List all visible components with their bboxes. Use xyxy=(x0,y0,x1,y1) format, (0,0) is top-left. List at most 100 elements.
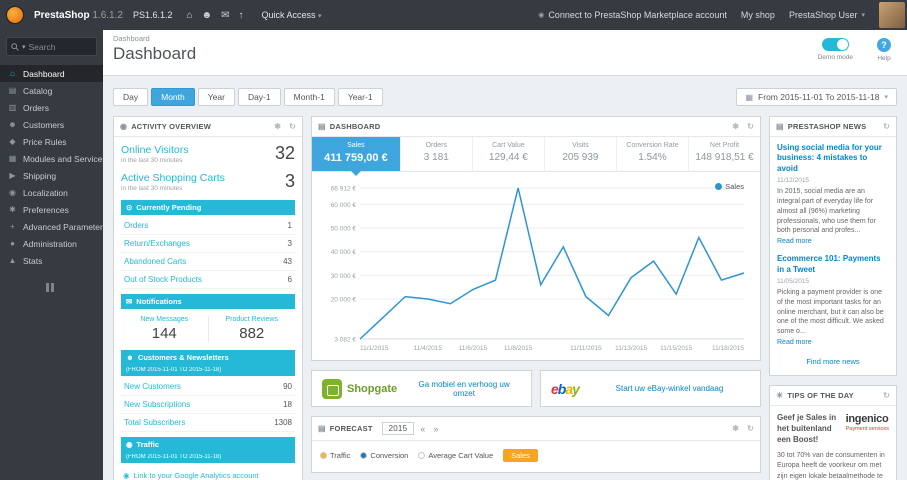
sidebar-item-localization[interactable]: ◉ Localization xyxy=(0,184,103,201)
new-subscriptions-link[interactable]: New Subscriptions xyxy=(124,400,190,409)
online-visitors-link[interactable]: Online Visitors xyxy=(121,144,189,156)
shop-name-link[interactable]: PS1.6.1.2 xyxy=(133,10,173,20)
period-day-1-button[interactable]: Day-1 xyxy=(237,88,281,106)
sidebar-item-administration[interactable]: ● Administration xyxy=(0,235,103,252)
link-icon: ◉ xyxy=(123,471,130,480)
sidebar-item-orders[interactable]: ▥ Orders xyxy=(0,99,103,116)
topbar-left: PrestaShop 1.6.1.2 PS1.6.1.2 ⌂ ☻ ✉ ↑ Qui… xyxy=(0,6,322,24)
refresh-icon[interactable]: ↻ xyxy=(289,122,296,131)
user-menu-label: PrestaShop User xyxy=(788,10,858,20)
forecast-legend-sales[interactable]: Sales xyxy=(503,449,538,462)
sidebar-item-modules[interactable]: ▦ Modules and Services xyxy=(0,150,103,167)
kpi-visits[interactable]: Visits 205 939 xyxy=(545,137,617,171)
new-messages-cell[interactable]: New Messages 144 xyxy=(121,316,208,342)
mail-icon[interactable]: ✉ xyxy=(221,10,229,21)
find-more-news-link[interactable]: Find more news xyxy=(777,355,889,371)
sidebar-item-customers[interactable]: ☻ Customers xyxy=(0,116,103,133)
gear-icon[interactable]: ✱ xyxy=(732,122,739,131)
prestashop-logo-icon[interactable] xyxy=(6,6,24,24)
search-input[interactable] xyxy=(28,41,81,52)
marketplace-icon: ◉ xyxy=(538,12,545,19)
chevron-down-icon: ▾ xyxy=(861,12,865,19)
active-carts-link[interactable]: Active Shopping Carts xyxy=(121,172,225,184)
out-of-stock-link[interactable]: Out of Stock Products xyxy=(124,275,202,284)
help-label: Help xyxy=(877,55,891,62)
pending-row: Return/Exchanges 3 xyxy=(121,235,295,253)
sidebar-item-stats[interactable]: ▲ Stats xyxy=(0,252,103,269)
product-reviews-cell[interactable]: Product Reviews 882 xyxy=(207,316,296,342)
shopgate-promo-link[interactable]: Ga mobiel en verhoog uw omzet xyxy=(407,380,521,398)
ingenico-tagline: Payment services xyxy=(845,425,889,432)
sidebar-item-catalog[interactable]: ▤ Catalog xyxy=(0,82,103,99)
sidebar-item-preferences[interactable]: ✱ Preferences xyxy=(0,201,103,218)
kpi-sales[interactable]: Sales 411 759,00 € xyxy=(312,137,401,176)
user-menu[interactable]: PrestaShop User ▾ xyxy=(789,10,865,20)
forecast-legend-conversion[interactable]: Conversion xyxy=(360,451,408,460)
refresh-icon[interactable]: ↻ xyxy=(747,424,754,433)
kpi-cart-value[interactable]: Cart Value 129,44 € xyxy=(473,137,545,171)
search-scope-caret-icon[interactable]: ▾ xyxy=(22,43,26,51)
customers-title: Customers & Newsletters xyxy=(137,353,229,362)
quick-access-menu[interactable]: Quick Access ▾ xyxy=(261,10,321,20)
pending-orders-link[interactable]: Orders xyxy=(124,221,148,230)
forecast-year-select[interactable]: 2015 xyxy=(381,422,415,435)
forecast-next-button[interactable]: » xyxy=(431,424,440,434)
news-article-title[interactable]: Using social media for your business: 4 … xyxy=(777,143,889,174)
traffic-icon: ◉ xyxy=(126,440,133,449)
gear-icon[interactable]: ✱ xyxy=(732,424,739,433)
period-month-button[interactable]: Month xyxy=(151,88,195,106)
news-article-title[interactable]: Ecommerce 101: Payments in a Tweet xyxy=(777,254,889,275)
demo-mode-toggle[interactable] xyxy=(821,38,849,51)
notifications-title: Notifications xyxy=(136,297,182,306)
pending-row: Abandoned Carts 43 xyxy=(121,253,295,271)
kpi-orders[interactable]: Orders 3 181 xyxy=(401,137,473,171)
date-range-label: From 2015-11-01 To 2015-11-18 xyxy=(758,92,880,102)
period-year-button[interactable]: Year xyxy=(197,88,235,106)
sidebar-item-price-rules[interactable]: ◆ Price Rules xyxy=(0,133,103,150)
ebay-letter: y xyxy=(572,380,580,397)
period-day-button[interactable]: Day xyxy=(113,88,149,106)
forecast-prev-button[interactable]: « xyxy=(418,424,427,434)
sidebar-collapse-toggle[interactable] xyxy=(45,283,58,292)
filter-bar: Day Month Year Day-1 Month-1 Year-1 ▦ Fr… xyxy=(103,76,907,116)
kpi-conversion-rate[interactable]: Conversion Rate 1.54% xyxy=(617,137,689,171)
period-year-1-button[interactable]: Year-1 xyxy=(337,88,383,106)
pending-returns-link[interactable]: Return/Exchanges xyxy=(124,239,190,248)
user-avatar[interactable] xyxy=(879,2,905,28)
marketplace-link[interactable]: ◉ Connect to PrestaShop Marketplace accou… xyxy=(538,10,727,20)
customers-subtitle: (FROM 2015-11-01 TO 2015-11-18) xyxy=(126,367,222,373)
forecast-legend-average-cart-value[interactable]: Average Cart Value xyxy=(418,451,493,460)
catalog-icon: ▤ xyxy=(8,86,17,95)
period-month-1-button[interactable]: Month-1 xyxy=(283,88,335,106)
clock-icon: ⊙ xyxy=(126,203,133,212)
truck-icon: ▶ xyxy=(9,171,16,180)
sidebar-item-label: Preferences xyxy=(23,204,69,215)
total-subscribers-link[interactable]: Total Subscribers xyxy=(124,418,185,427)
sidebar-item-dashboard[interactable]: ⌂ Dashboard xyxy=(0,65,103,82)
shop-icon[interactable]: ⌂ xyxy=(186,10,192,21)
sidebar-item-advanced-parameters[interactable]: + Advanced Parameters xyxy=(0,218,103,235)
sidebar-item-label: Advanced Parameters xyxy=(23,221,103,232)
refresh-icon[interactable]: ↻ xyxy=(747,122,754,131)
refresh-icon[interactable]: ↻ xyxy=(883,122,890,131)
read-more-link[interactable]: Read more xyxy=(777,238,889,245)
new-customers-link[interactable]: New Customers xyxy=(124,382,181,391)
refresh-icon[interactable]: ↻ xyxy=(883,391,890,400)
forecast-legend-traffic[interactable]: Traffic xyxy=(320,451,350,460)
date-range-picker[interactable]: ▦ From 2015-11-01 To 2015-11-18 ▾ xyxy=(736,88,897,106)
main-content: Dashboard Dashboard Demo mode ? Help Day… xyxy=(103,30,907,480)
gear-icon[interactable]: ✱ xyxy=(274,122,281,131)
envelope-icon: ✉ xyxy=(126,297,133,306)
sidebar-item-shipping[interactable]: ▶ Shipping xyxy=(0,167,103,184)
help-icon[interactable]: ? xyxy=(877,38,891,52)
read-more-link[interactable]: Read more xyxy=(777,339,889,346)
ebay-promo-link[interactable]: Start uw eBay-winkel vandaag xyxy=(616,384,724,393)
kpi-net-profit[interactable]: Net Profit 148 918,51 € xyxy=(689,137,760,171)
abandoned-carts-link[interactable]: Abandoned Carts xyxy=(124,257,186,266)
topbar-icons: ⌂ ☻ ✉ ↑ xyxy=(186,10,243,21)
upgrade-icon[interactable]: ↑ xyxy=(238,10,243,21)
profile-icon[interactable]: ☻ xyxy=(202,10,213,21)
kpi-value: 148 918,51 € xyxy=(695,152,754,163)
my-shop-link[interactable]: My shop xyxy=(741,10,775,20)
google-analytics-link[interactable]: ◉ Link to your Google Analytics account xyxy=(121,465,295,480)
